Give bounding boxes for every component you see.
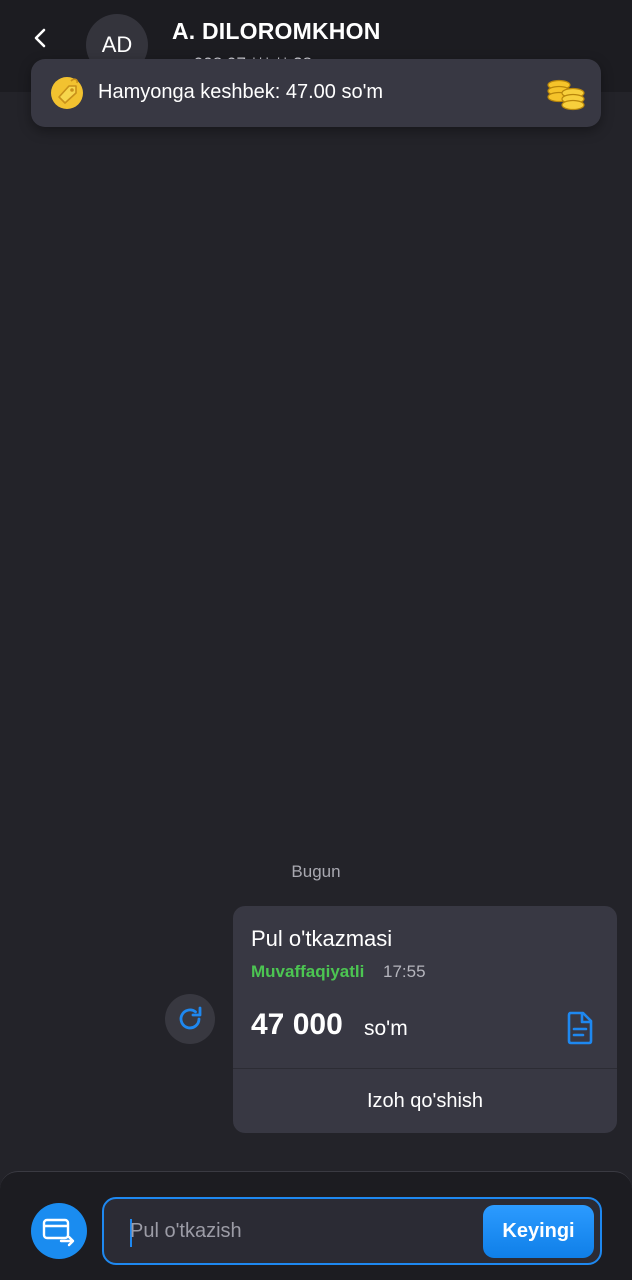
contact-name: A. DILOROMKHON (172, 18, 381, 44)
receipt-document-icon[interactable] (563, 1010, 597, 1046)
back-button[interactable] (22, 20, 58, 56)
cashback-text: Hamyonga keshbek: 47.00 so'm (98, 81, 384, 103)
composer-bar: Keyingi (0, 1171, 632, 1280)
next-button[interactable]: Keyingi (483, 1205, 594, 1258)
status-badge: Muvaffaqiyatli (251, 962, 365, 981)
card-transfer-icon (42, 1218, 75, 1247)
transfer-amount-input[interactable] (130, 1199, 470, 1263)
card-transfer-button[interactable] (31, 1203, 87, 1259)
transfer-card[interactable]: Pul o'tkazmasi Muvaffaqiyatli 17:55 47 0… (233, 906, 617, 1133)
chevron-left-icon (34, 28, 46, 48)
repeat-transfer-button[interactable] (165, 994, 215, 1044)
cashback-tag-icon (51, 77, 83, 109)
add-comment-button[interactable]: Izoh qo'shish (233, 1069, 617, 1133)
cashback-banner[interactable]: Hamyonga keshbek: 47.00 so'm (31, 59, 601, 127)
refresh-icon (179, 1006, 202, 1030)
transfer-amount: 47 000 (251, 1008, 343, 1041)
transfer-title: Pul o'tkazmasi (251, 926, 393, 951)
transfer-currency: so'm (364, 1017, 408, 1040)
transfer-amount-field[interactable]: Keyingi (102, 1197, 602, 1265)
transfer-time: 17:55 (383, 962, 426, 981)
day-separator: Bugun (291, 862, 341, 881)
coins-icon (547, 79, 585, 111)
